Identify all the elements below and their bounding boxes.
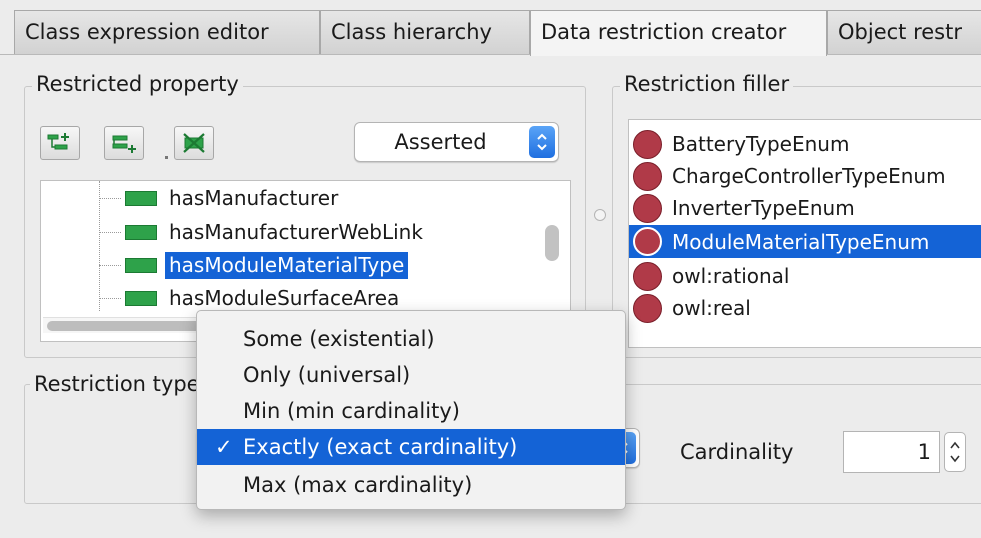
datatype-icon bbox=[633, 161, 662, 191]
menu-item-label: Max (max cardinality) bbox=[243, 473, 473, 497]
filler-item-label: owl:real bbox=[672, 296, 751, 320]
menu-item-label: Min (min cardinality) bbox=[243, 399, 460, 423]
datatype-icon bbox=[633, 261, 662, 291]
data-property-icon bbox=[125, 257, 157, 273]
menu-item-label: Exactly (exact cardinality) bbox=[243, 435, 518, 459]
restricted-property-title: Restricted property bbox=[32, 72, 243, 96]
filler-item-label: ChargeControllerTypeEnum bbox=[672, 164, 946, 188]
view-mode-select[interactable]: Asserted bbox=[354, 122, 559, 162]
tree-item-hasmodulematerialtype[interactable]: hasModuleMaterialType bbox=[125, 248, 409, 282]
tree-item-label: hasModuleMaterialType bbox=[165, 251, 409, 279]
menu-item-label: Some (existential) bbox=[243, 327, 435, 351]
tab-class-hierarchy[interactable]: Class hierarchy bbox=[320, 10, 530, 54]
tab-label: Class hierarchy bbox=[331, 20, 492, 44]
tree-item-label: hasManufacturer bbox=[169, 185, 339, 210]
data-property-icon bbox=[125, 190, 157, 206]
tab-label: Object restr bbox=[838, 20, 962, 44]
restriction-type-menu: Some (existential) Only (universal) Min … bbox=[196, 310, 626, 510]
tree-guide bbox=[99, 232, 121, 233]
tab-class-expression-editor[interactable]: Class expression editor bbox=[14, 10, 320, 54]
data-property-icon bbox=[125, 224, 157, 240]
add-subproperty-icon bbox=[47, 133, 69, 150]
tree-guide bbox=[99, 181, 100, 311]
filler-item-label: InverterTypeEnum bbox=[672, 196, 855, 220]
menu-item-only[interactable]: Only (universal) bbox=[197, 357, 625, 393]
delete-property-button[interactable] bbox=[174, 126, 214, 160]
tab-label: Class expression editor bbox=[25, 20, 269, 44]
view-mode-value: Asserted bbox=[394, 130, 487, 154]
tree-vertical-scrollbar-thumb[interactable] bbox=[545, 225, 559, 261]
filler-list[interactable]: BatteryTypeEnum ChargeControllerTypeEnum… bbox=[628, 119, 981, 348]
filler-item-owl-rational[interactable]: owl:rational bbox=[629, 260, 981, 292]
tree-guide bbox=[99, 298, 121, 299]
restriction-filler-title: Restriction filler bbox=[620, 72, 794, 96]
add-subproperty-button[interactable] bbox=[40, 126, 80, 160]
tab-bar: Class expression editor Class hierarchy … bbox=[0, 0, 981, 56]
filler-item-invertertypeenum[interactable]: InverterTypeEnum bbox=[629, 192, 981, 224]
tree-item-hasmanufacturerweblink[interactable]: hasManufacturerWebLink bbox=[125, 215, 427, 249]
menu-item-max[interactable]: Max (max cardinality) bbox=[197, 467, 625, 503]
filler-item-modulematerialtypeenum[interactable]: ModuleMaterialTypeEnum bbox=[629, 225, 981, 258]
cardinality-input[interactable]: 1 bbox=[843, 431, 940, 473]
tab-data-restriction-creator[interactable]: Data restriction creator bbox=[530, 10, 827, 56]
filler-item-owl-real[interactable]: owl:real bbox=[629, 292, 981, 324]
menu-item-exactly[interactable]: ✓ Exactly (exact cardinality) bbox=[197, 429, 625, 465]
filler-item-batterytypeenum[interactable]: BatteryTypeEnum bbox=[629, 128, 981, 160]
filler-item-label: owl:rational bbox=[672, 264, 790, 288]
cardinality-label: Cardinality bbox=[680, 440, 794, 464]
menu-item-min[interactable]: Min (min cardinality) bbox=[197, 393, 625, 429]
filler-item-chargecontrollertypeenum[interactable]: ChargeControllerTypeEnum bbox=[629, 160, 981, 192]
split-pane-divider[interactable] bbox=[594, 209, 606, 221]
delete-property-icon bbox=[183, 133, 205, 153]
datatype-icon bbox=[633, 227, 662, 256]
menu-item-label: Only (universal) bbox=[243, 363, 411, 387]
toolbar-separator bbox=[165, 156, 168, 159]
data-property-icon bbox=[125, 290, 157, 306]
add-sibling-property-button[interactable] bbox=[104, 126, 144, 160]
menu-item-some[interactable]: Some (existential) bbox=[197, 321, 625, 357]
tree-item-label: hasManufacturerWebLink bbox=[169, 219, 423, 244]
filler-item-label: ModuleMaterialTypeEnum bbox=[672, 229, 930, 254]
stepper-arrows-icon bbox=[950, 441, 960, 463]
tab-label: Data restriction creator bbox=[541, 20, 787, 44]
tree-item-label: hasModuleSurfaceArea bbox=[169, 285, 400, 310]
datatype-icon bbox=[633, 293, 662, 323]
restriction-type-title: Restriction type bbox=[30, 372, 204, 396]
add-sibling-property-icon bbox=[112, 135, 136, 153]
checkmark-icon: ✓ bbox=[215, 435, 233, 459]
tree-item-hasmanufacturer[interactable]: hasManufacturer bbox=[125, 181, 342, 215]
tab-object-restriction-creator[interactable]: Object restr bbox=[827, 10, 981, 54]
select-arrows-icon bbox=[529, 126, 555, 158]
datatype-icon bbox=[633, 129, 662, 159]
cardinality-stepper[interactable] bbox=[944, 432, 966, 472]
filler-item-label: BatteryTypeEnum bbox=[672, 132, 850, 156]
datatype-icon bbox=[633, 193, 662, 223]
tree-guide bbox=[99, 265, 121, 266]
tree-guide bbox=[99, 198, 121, 199]
